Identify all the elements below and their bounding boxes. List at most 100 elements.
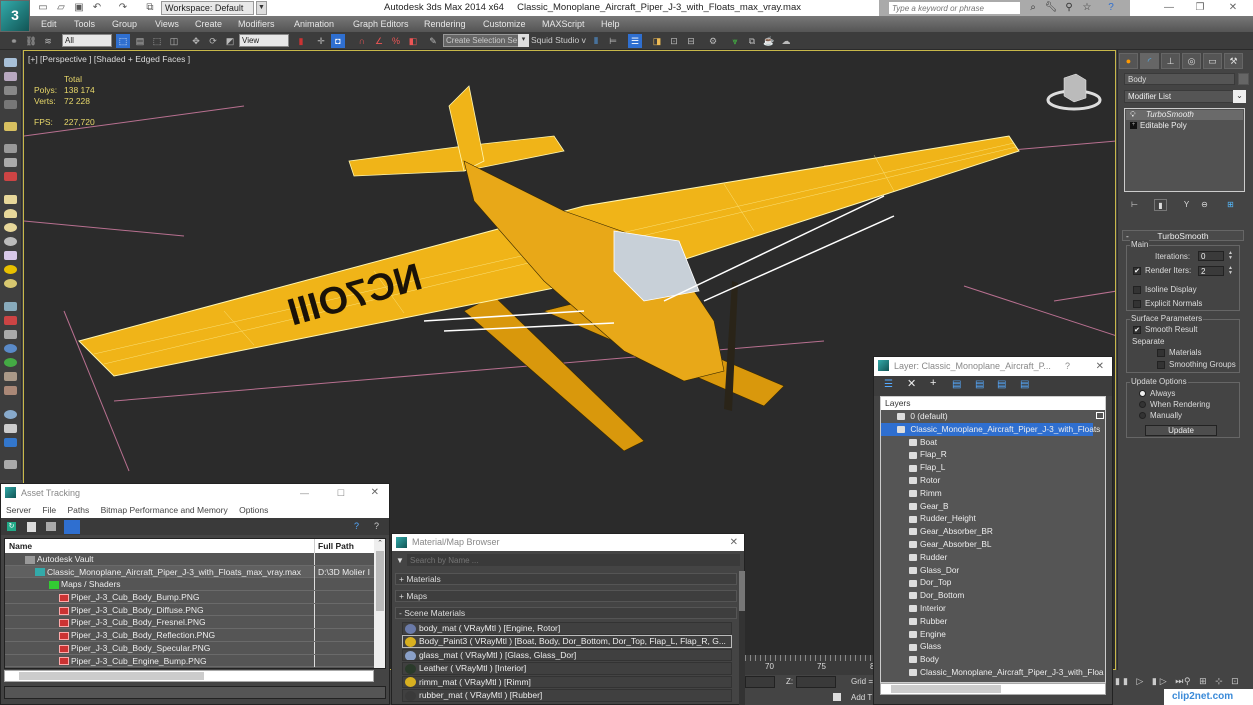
material-scrollbar[interactable] xyxy=(739,571,745,705)
z-coord-field[interactable] xyxy=(796,676,836,688)
align-icon[interactable]: ⊨ xyxy=(606,34,620,48)
menu-create[interactable]: Create xyxy=(195,16,222,32)
layer-manager-icon[interactable]: ◨ xyxy=(650,34,664,48)
col-full-path[interactable]: Full Path xyxy=(314,539,354,553)
animal-tool-icon[interactable] xyxy=(4,372,17,381)
table-view-icon[interactable] xyxy=(64,520,80,534)
keyboard-shortcut-icon[interactable]: ◘ xyxy=(331,34,345,48)
percent-snap-icon[interactable]: % xyxy=(389,34,403,48)
pin-stack-icon[interactable]: ⊢ xyxy=(1128,199,1141,211)
pivot-center-icon[interactable]: ▮ xyxy=(294,34,308,48)
viewport-nav-controls[interactable]: ⚲ ⊞ ⊹ ⊡ xyxy=(1184,676,1242,687)
help-icon[interactable]: ? xyxy=(354,521,359,531)
always-radio[interactable] xyxy=(1139,390,1146,397)
helper-tool-icon[interactable] xyxy=(4,144,17,153)
expand-plus-icon[interactable]: + xyxy=(1130,122,1137,129)
asset-row[interactable]: Piper_J-3_Cub_Engine_Bump.PNG xyxy=(5,654,385,668)
green-tool-icon[interactable] xyxy=(4,358,17,367)
chevron-down-icon[interactable]: ⌄ xyxy=(1233,90,1246,103)
menu-help[interactable]: Help xyxy=(601,16,620,32)
unlink-icon[interactable]: ⛓ xyxy=(24,34,38,48)
menu-options[interactable]: Options xyxy=(239,505,268,515)
material-row[interactable]: glass_mat ( VRayMtl ) [Glass, Glass_Dor] xyxy=(402,648,732,662)
sphere-primitive-icon[interactable] xyxy=(4,209,17,218)
bind-spacewarp-icon[interactable]: ≋ xyxy=(41,34,55,48)
restore-button[interactable]: ❐ xyxy=(1186,0,1214,16)
cone-primitive-icon[interactable] xyxy=(4,251,17,260)
asset-row[interactable]: Piper_J-3_Cub_Body_Bump.PNG xyxy=(5,591,385,604)
add-to-layer-icon[interactable]: + xyxy=(930,377,936,389)
display-tab-icon[interactable]: ▭ xyxy=(1203,53,1222,69)
section-scene-materials[interactable]: - Scene Materials xyxy=(395,607,737,619)
document-icon[interactable] xyxy=(27,522,36,532)
layer-object-row[interactable]: Gear_Absorber_BL xyxy=(881,538,1105,551)
layer-object-row[interactable]: Flap_R xyxy=(881,448,1105,461)
keyword-search-input[interactable] xyxy=(889,2,1020,14)
scroll-thumb[interactable] xyxy=(376,551,384,611)
rotate-icon[interactable]: ⟳ xyxy=(206,34,220,48)
window-tool-icon[interactable] xyxy=(4,424,17,433)
make-unique-icon[interactable]: Y xyxy=(1180,199,1193,211)
app-menu-button[interactable]: 3 xyxy=(0,0,30,32)
squid-studio-menu[interactable]: Squid Studio v xyxy=(531,35,586,45)
help-button[interactable]: ? xyxy=(1065,357,1070,376)
modify-tab-icon[interactable]: ◜ xyxy=(1140,53,1159,69)
menu-tools[interactable]: Tools xyxy=(74,16,95,32)
menu-group[interactable]: Group xyxy=(112,16,137,32)
layer-object-row[interactable]: Glass xyxy=(881,640,1105,653)
menu-maxscript[interactable]: MAXScript xyxy=(542,16,585,32)
asset-row[interactable]: Piper_J-3_Cub_Body_Fresnel.PNG xyxy=(5,616,385,630)
asset-row[interactable]: Piper_J-3_Cub_Body_Specular.PNG xyxy=(5,641,385,655)
section-maps[interactable]: + Maps xyxy=(395,590,737,602)
object-color-swatch[interactable] xyxy=(1238,73,1249,85)
layer-object-row[interactable]: Rubber xyxy=(881,615,1105,628)
chevron-down-icon[interactable]: ▾ xyxy=(518,34,529,47)
viewport-label[interactable]: [+] [Perspective ] [Shaded + Edged Faces… xyxy=(28,54,190,64)
render-iters-checkbox[interactable]: ✔ xyxy=(1133,267,1141,275)
layer-object-row[interactable]: Rudder_Height xyxy=(881,512,1105,525)
delete-layer-icon[interactable]: ✕ xyxy=(907,377,916,390)
asset-tracking-titlebar[interactable]: Asset Tracking — ☐ ✕ xyxy=(1,484,389,502)
layer-object-row[interactable]: Rimm xyxy=(881,487,1105,500)
list-tool-icon[interactable] xyxy=(4,86,17,95)
close-button[interactable]: ✕ xyxy=(730,534,738,551)
modifier-tool-icon[interactable] xyxy=(4,330,17,339)
snap-toggle-icon[interactable]: ∩ xyxy=(355,34,369,48)
menu-bitmap-performance[interactable]: Bitmap Performance and Memory xyxy=(101,505,228,515)
utilities-tab-icon[interactable]: ⚒ xyxy=(1224,53,1243,69)
asset-row[interactable]: Piper_J-3_Cub_Body_Diffuse.PNG xyxy=(5,603,385,617)
satellite-icon[interactable]: ⚲ xyxy=(1062,1,1076,15)
save-icon[interactable]: ▣ xyxy=(73,2,85,13)
scroll-thumb[interactable] xyxy=(739,571,745,611)
render-iters-spinner[interactable]: 2 xyxy=(1198,266,1224,276)
panel-tool-icon[interactable] xyxy=(4,100,17,109)
close-button[interactable]: ✕ xyxy=(371,484,379,502)
rect-selection-icon[interactable]: ⬚ xyxy=(150,34,164,48)
image-tool-icon[interactable] xyxy=(4,72,17,81)
link-icon[interactable]: ⚭ xyxy=(7,34,21,48)
chevron-down-icon[interactable]: ▼ xyxy=(256,1,267,15)
menu-graph-editors[interactable]: Graph Editors xyxy=(353,16,409,32)
mirror-icon[interactable]: ⫴ xyxy=(589,34,603,48)
set-current-layer-icon[interactable]: ▤ xyxy=(997,379,1006,390)
select-manipulate-icon[interactable]: ✛ xyxy=(314,34,328,48)
layer-explorer-titlebar[interactable]: Layer: Classic_Monoplane_Aircraft_P... ?… xyxy=(874,357,1112,376)
viewcube[interactable] xyxy=(1046,70,1102,114)
vertical-scrollbar[interactable]: ⌃ xyxy=(374,539,385,668)
refresh-icon[interactable]: ↻ xyxy=(7,522,16,531)
menu-file[interactable]: File xyxy=(42,505,56,515)
star-icon[interactable]: ☆ xyxy=(1080,1,1094,15)
redo-icon[interactable]: ↷ xyxy=(117,2,129,13)
open-file-icon[interactable]: ▱ xyxy=(55,2,67,13)
layer-object-row[interactable]: Engine xyxy=(881,628,1105,641)
scale-icon[interactable]: ◩ xyxy=(223,34,237,48)
explicit-normals-checkbox[interactable] xyxy=(1133,300,1141,308)
project-folder-icon[interactable]: ⧉ xyxy=(144,2,156,13)
layer-object-row[interactable]: Gear_Absorber_BR xyxy=(881,525,1105,538)
layers-header[interactable]: Layers xyxy=(881,397,1105,410)
window-crossing-icon[interactable]: ◫ xyxy=(167,34,181,48)
asset-row[interactable]: Piper_J-3_Cub_Body_Reflection.PNG xyxy=(5,629,385,642)
collapse-icon[interactable]: - xyxy=(1126,231,1129,241)
menu-customize[interactable]: Customize xyxy=(483,16,526,32)
layer-object-row[interactable]: Flap_L xyxy=(881,461,1105,474)
